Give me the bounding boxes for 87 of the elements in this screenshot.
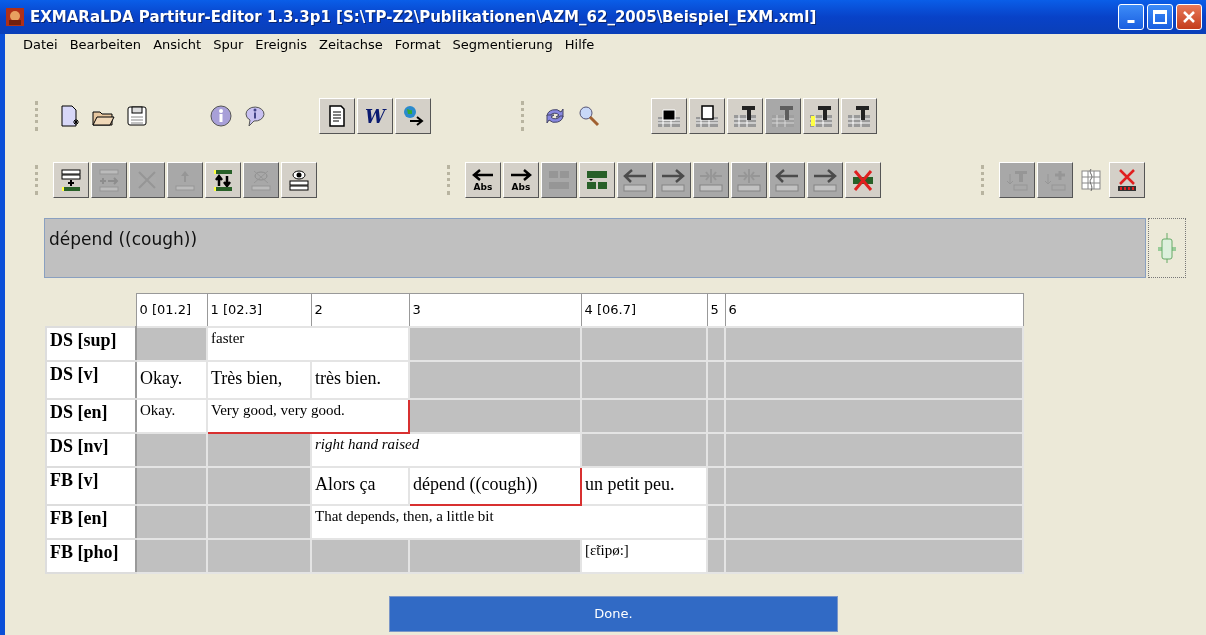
maximize-icon bbox=[1153, 10, 1167, 24]
split-cells-icon bbox=[585, 168, 609, 192]
menu-item[interactable]: Datei bbox=[17, 36, 64, 52]
slider-handle-icon bbox=[1156, 233, 1178, 263]
brick-hammer-button[interactable] bbox=[727, 98, 763, 134]
right-arrow-icon bbox=[509, 168, 533, 182]
save-brick-button[interactable] bbox=[689, 98, 725, 134]
search-icon bbox=[577, 104, 601, 128]
close-button[interactable] bbox=[1176, 4, 1202, 30]
word-export-button[interactable]: W bbox=[357, 98, 393, 134]
window-title: EXMARaLDA Partitur-Editor 1.3.3p1 [S:\TP-Z2\Publikationen\AZM_62_2005\Beispiel_EXM.xml] bbox=[30, 8, 818, 26]
column-header: 3 bbox=[409, 293, 581, 327]
shift-right-button[interactable]: Abs bbox=[503, 162, 539, 198]
shift-left-button[interactable]: Abs bbox=[465, 162, 501, 198]
menu-item[interactable]: Spur bbox=[207, 36, 250, 52]
close-icon bbox=[1182, 10, 1196, 24]
document-button[interactable] bbox=[319, 98, 355, 134]
event-cell[interactable]: Okay. bbox=[136, 360, 207, 399]
brick-hammer-icon bbox=[733, 104, 757, 128]
column-header: 4 [06.7] bbox=[581, 293, 707, 327]
delete-column-button[interactable] bbox=[1109, 162, 1145, 198]
event-cell[interactable]: right hand raised bbox=[311, 432, 581, 467]
menu-item[interactable]: Ansicht bbox=[147, 36, 208, 52]
event-cell[interactable]: un petit peu. bbox=[581, 466, 707, 505]
event-cell[interactable]: Very good, very good. bbox=[207, 398, 409, 433]
right-arrow-icon bbox=[813, 168, 837, 192]
left-arrow-icon bbox=[623, 168, 647, 192]
event-cell[interactable]: Alors ça bbox=[311, 466, 409, 505]
event-cell[interactable]: Très bien, bbox=[207, 360, 311, 399]
left-arrow-icon bbox=[775, 168, 799, 192]
event-cell[interactable]: That depends, then, a little bit bbox=[311, 504, 707, 539]
add-tier-button[interactable] bbox=[53, 162, 89, 198]
tier-label[interactable]: FB [en] bbox=[46, 504, 136, 539]
column-header: 6 bbox=[725, 293, 1023, 327]
globe-arrow-icon bbox=[401, 104, 425, 128]
plus-arrow-icon bbox=[97, 168, 121, 192]
event-cell[interactable]: [ɛ̃tipø:] bbox=[581, 538, 707, 573]
delete-event-button[interactable] bbox=[845, 162, 881, 198]
cross-bar-icon bbox=[851, 168, 875, 192]
tier-label[interactable]: DS [sup] bbox=[46, 326, 136, 361]
right-arrow-icon bbox=[661, 168, 685, 192]
open-brick-button[interactable] bbox=[651, 98, 687, 134]
swap-arrows-icon bbox=[211, 168, 235, 192]
brick-hammer-icon bbox=[847, 104, 871, 128]
info-circle-icon bbox=[209, 104, 233, 128]
tier-label[interactable]: DS [v] bbox=[46, 360, 136, 399]
column-header: 1 [02.3] bbox=[207, 293, 311, 327]
table-columns-icon bbox=[1079, 168, 1103, 192]
brick-hammer-button[interactable] bbox=[841, 98, 877, 134]
join-arrows-icon bbox=[737, 168, 761, 192]
resize-handle[interactable] bbox=[1148, 218, 1186, 278]
left-arrow-icon bbox=[471, 168, 495, 182]
cross-bar-icon bbox=[1115, 168, 1139, 192]
tier-label[interactable]: DS [nv] bbox=[46, 432, 136, 467]
tier-label[interactable]: FB [v] bbox=[46, 466, 136, 505]
eye-crossed-icon bbox=[249, 168, 273, 192]
event-cell[interactable]: faster bbox=[207, 326, 409, 361]
status-text: Done. bbox=[594, 606, 633, 621]
swap-tiers-button[interactable] bbox=[205, 162, 241, 198]
join-arrows-icon bbox=[699, 168, 723, 192]
show-tiers-button[interactable] bbox=[281, 162, 317, 198]
event-text-field[interactable]: dépend ((cough)) bbox=[44, 218, 1146, 278]
menu-item[interactable]: Hilfe bbox=[558, 36, 601, 52]
column-header: 2 bbox=[311, 293, 409, 327]
web-export-button[interactable] bbox=[395, 98, 431, 134]
column-header: 0 [01.2] bbox=[136, 293, 207, 327]
event-cell[interactable]: Okay. bbox=[136, 398, 207, 433]
tier-label[interactable]: DS [en] bbox=[46, 398, 136, 433]
minimize-button[interactable] bbox=[1118, 4, 1144, 30]
rows-plus-icon bbox=[59, 168, 83, 192]
menu-item[interactable]: Bearbeiten bbox=[63, 36, 148, 52]
menu-item[interactable]: Format bbox=[388, 36, 447, 52]
brick-hammer-button[interactable] bbox=[803, 98, 839, 134]
brick-hammer-icon bbox=[771, 104, 795, 128]
minimize-icon bbox=[1127, 19, 1135, 23]
menu-item[interactable]: Segmentierung bbox=[446, 36, 559, 52]
menu-item[interactable]: Ereignis bbox=[249, 36, 313, 52]
brick-hammer-icon bbox=[809, 104, 833, 128]
menu-item[interactable]: Zeitachse bbox=[313, 36, 389, 52]
event-cell[interactable]: très bien. bbox=[311, 360, 409, 399]
maximize-button[interactable] bbox=[1147, 4, 1173, 30]
event-cell[interactable]: dépend ((cough)) bbox=[409, 466, 581, 505]
app-icon bbox=[6, 8, 24, 26]
tier-label[interactable]: FB [pho] bbox=[46, 538, 136, 573]
speech-bubble-icon bbox=[243, 104, 267, 128]
split-button[interactable] bbox=[579, 162, 615, 198]
eye-rows-icon bbox=[287, 168, 311, 192]
